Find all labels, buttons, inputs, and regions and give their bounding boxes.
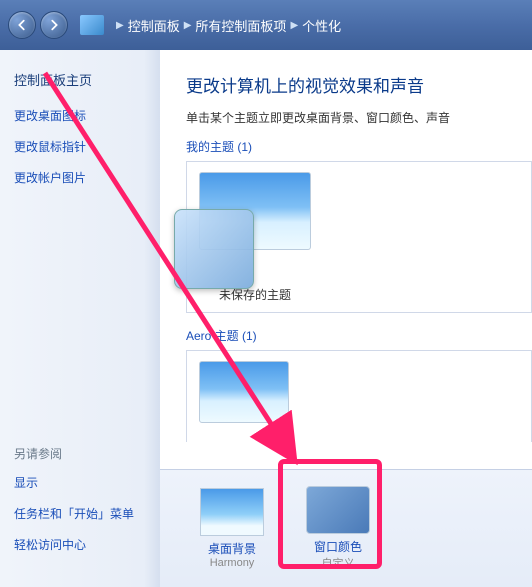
arrow-left-icon [15, 18, 29, 32]
chevron-right-icon: ▶ [116, 20, 124, 31]
breadcrumb-item[interactable]: 控制面板 [128, 16, 180, 35]
window-preview-icon [174, 209, 254, 289]
page-heading: 更改计算机上的视觉效果和声音 [186, 72, 532, 97]
theme-unsaved[interactable]: 未保存的主题 [199, 172, 311, 303]
theme-thumbnail [199, 361, 289, 423]
sidebar-link-desktop-icons[interactable]: 更改桌面图标 [14, 107, 146, 124]
see-also-display[interactable]: 显示 [14, 474, 146, 491]
arrow-right-icon [47, 18, 61, 32]
aero-themes-label: Aero 主题 (1) [186, 327, 532, 344]
window-color-label: 窗口颜色 [306, 538, 370, 555]
page-subheading: 单击某个主题立即更改桌面背景、窗口颜色、声音 [186, 109, 532, 126]
aero-themes-group [186, 350, 532, 442]
breadcrumb-item[interactable]: 所有控制面板项 [195, 16, 286, 35]
desktop-background-thumbnail [200, 488, 264, 536]
see-also-ease-of-access[interactable]: 轻松访问中心 [14, 536, 146, 553]
sidebar-link-mouse-pointer[interactable]: 更改鼠标指针 [14, 138, 146, 155]
my-themes-group: 未保存的主题 [186, 161, 532, 313]
title-bar: ▶ 控制面板 ▶ 所有控制面板项 ▶ 个性化 [0, 0, 532, 50]
breadcrumb-item[interactable]: 个性化 [302, 16, 341, 35]
theme-thumbnail [199, 172, 311, 250]
chevron-right-icon: ▶ [184, 20, 192, 31]
sidebar-link-account-picture[interactable]: 更改帐户图片 [14, 169, 146, 186]
my-themes-label: 我的主题 (1) [186, 138, 532, 155]
desktop-background-value: Harmony [200, 557, 264, 569]
window-color-value: 自定义 [306, 555, 370, 571]
see-also-taskbar[interactable]: 任务栏和「开始」菜单 [14, 505, 146, 522]
theme-aero[interactable] [199, 361, 289, 429]
bottom-settings-bar: 桌面背景 Harmony 窗口颜色 自定义 [160, 469, 532, 587]
sidebar-title[interactable]: 控制面板主页 [14, 70, 146, 89]
desktop-background-setting[interactable]: 桌面背景 Harmony [200, 488, 264, 569]
forward-button[interactable] [40, 11, 68, 39]
window-color-setting[interactable]: 窗口颜色 自定义 [306, 486, 370, 571]
back-button[interactable] [8, 11, 36, 39]
chevron-right-icon: ▶ [290, 20, 298, 31]
breadcrumb[interactable]: ▶ 控制面板 ▶ 所有控制面板项 ▶ 个性化 [116, 16, 341, 35]
sidebar: 控制面板主页 更改桌面图标 更改鼠标指针 更改帐户图片 另请参阅 显示 任务栏和… [0, 50, 160, 587]
see-also-heading: 另请参阅 [14, 445, 146, 462]
desktop-background-label: 桌面背景 [200, 540, 264, 557]
control-panel-icon [80, 15, 104, 35]
window-color-thumbnail [306, 486, 370, 534]
